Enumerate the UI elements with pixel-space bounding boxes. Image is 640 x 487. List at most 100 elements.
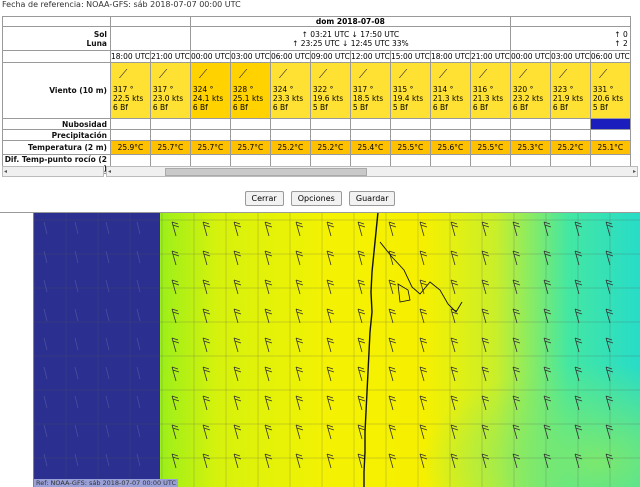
wind-speed: 22.5 kts <box>113 94 144 103</box>
options-button[interactable]: Opciones <box>290 191 342 206</box>
time-header-cell: 03:00 UTC <box>229 50 271 63</box>
wind-barb-icon <box>450 366 459 382</box>
wind-barb-icon <box>171 424 180 440</box>
wind-arrow-icon: ⟋ <box>198 67 208 81</box>
wind-barb-icon <box>171 308 180 324</box>
cloud-cell <box>589 118 631 130</box>
table-scrollbar[interactable]: ◂ ▸ <box>106 166 638 177</box>
wind-barb-icon <box>419 250 428 266</box>
wind-arrow-icon: ⟋ <box>598 67 608 81</box>
wind-speed: 21.9 kts <box>552 94 584 103</box>
scroll-right-icon[interactable]: ▸ <box>633 167 636 176</box>
wind-arrow-icon: ⟋ <box>478 67 488 81</box>
wind-barb-icon <box>543 279 552 295</box>
wind-direction: 317 ° <box>352 85 374 94</box>
wind-barb-icon <box>202 395 211 411</box>
wind-speed: 24.1 kts <box>192 94 224 103</box>
wind-barb-icon <box>202 279 211 295</box>
wind-barb-icon <box>264 424 273 440</box>
beaufort: 6 Bf <box>472 103 488 112</box>
wind-barb-icon <box>326 250 335 266</box>
precip-cell <box>389 129 431 141</box>
wind-barb-icon <box>605 308 614 324</box>
wind-speed: 23.0 kts <box>152 94 184 103</box>
wind-barb-icon <box>326 221 335 237</box>
scroll-left-icon[interactable]: ◂ <box>108 167 111 176</box>
wind-barb-icon <box>357 337 366 353</box>
wind-barb-icon <box>357 250 366 266</box>
wind-barb-icon <box>388 221 397 237</box>
cloud-cell <box>509 118 551 130</box>
wind-barb-icon <box>450 337 459 353</box>
wind-barb-icon <box>574 395 583 411</box>
wind-barb-icon <box>388 337 397 353</box>
wind-barb-icon <box>264 453 273 469</box>
beaufort: 6 Bf <box>192 103 208 112</box>
temperature-cell: 25.2°C <box>309 140 351 155</box>
save-button[interactable]: Guardar <box>348 191 396 206</box>
time-header-cell: 15:00 UTC <box>389 50 431 63</box>
wind-barb-icon <box>326 366 335 382</box>
left-scrollbar[interactable]: ◂ <box>2 166 104 177</box>
wind-barb-icon <box>543 395 552 411</box>
wind-barb-icon <box>43 279 48 293</box>
sun-moon-row: Sol Luna ↑ 03:21 UTC ↓ 17:50 UTC ↑ 23:25… <box>2 26 631 51</box>
precip-cell <box>309 129 351 141</box>
coastline <box>363 212 379 487</box>
wind-arrow-icon: ⟋ <box>398 67 408 81</box>
wind-direction: 331 ° <box>592 85 614 94</box>
temperature-cell: 25.9°C <box>110 140 151 155</box>
close-button[interactable]: Cerrar <box>244 191 284 206</box>
cloud-cell <box>229 118 271 130</box>
wind-arrow-icon: ⟋ <box>438 67 448 81</box>
wind-barb-icon <box>43 308 48 322</box>
wind-direction: 315 ° <box>392 85 414 94</box>
islet-outline <box>397 283 411 303</box>
wind-speed: 18.5 kts <box>352 94 384 103</box>
wind-barb-icon <box>264 366 273 382</box>
precip-cell <box>429 129 471 141</box>
wind-barb-icon <box>171 395 180 411</box>
wind-cell: ⟋ 314 ° 21.3 kts 6 Bf <box>429 62 471 119</box>
wind-barb-icon <box>605 221 614 237</box>
cloud-cell <box>469 118 511 130</box>
wind-barb-icon <box>136 453 141 467</box>
wind-barb-icon <box>326 424 335 440</box>
wind-barb-icon <box>43 250 48 264</box>
map-overlay <box>33 212 640 487</box>
wind-barb-icon <box>74 337 79 351</box>
time-header-cell: 18:00 UTC <box>110 50 151 63</box>
wind-speed: 23.2 kts <box>512 94 544 103</box>
wind-barb-icon <box>233 424 242 440</box>
wind-barb-icon <box>136 366 141 380</box>
wind-barb-icon <box>543 308 552 324</box>
cloud-cell <box>429 118 471 130</box>
cloud-cell <box>389 118 431 130</box>
wind-barb-icon <box>74 308 79 322</box>
cloud-cell <box>149 118 191 130</box>
wind-arrow-icon: ⟋ <box>558 67 568 81</box>
wind-barb-icon <box>326 279 335 295</box>
wind-map[interactable]: Ref: NOAA-GFS: sáb 2018-07-07 00:00 UTC <box>0 212 640 487</box>
wind-direction: 322 ° <box>312 85 334 94</box>
wind-barb-icon <box>43 337 48 351</box>
temp-row: Temperatura (2 m) 25.9°C 25.7°C 25.7°C 25.7… <box>2 140 631 155</box>
wind-direction: 316 ° <box>472 85 494 94</box>
wind-speed: 19.6 kts <box>312 94 344 103</box>
wind-barb-icon <box>136 308 141 322</box>
wind-barb-icon <box>357 279 366 295</box>
scrollbar-thumb[interactable] <box>165 168 367 176</box>
wind-barb-icon <box>295 453 304 469</box>
wind-barb-icon <box>419 366 428 382</box>
scroll-left-icon[interactable]: ◂ <box>4 167 7 176</box>
precip-cell <box>110 129 151 141</box>
wind-barb-icon <box>105 453 110 467</box>
temperature-cell: 25.2°C <box>549 140 591 155</box>
wind-barb-icon <box>136 424 141 438</box>
wind-barb-icon <box>605 424 614 440</box>
wind-barb-icon <box>295 395 304 411</box>
wind-barb-icon <box>605 366 614 382</box>
wind-barb-icon <box>43 424 48 438</box>
time-header-cell: 00:00 UTC <box>509 50 551 63</box>
wind-barb-icon <box>481 279 490 295</box>
